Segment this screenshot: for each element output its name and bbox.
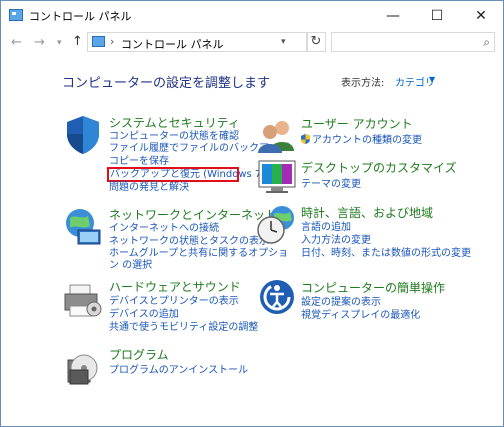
category-user-accounts[interactable]: ユーザー アカウント bbox=[301, 115, 413, 132]
link-change-account-type-label[interactable]: アカウントの種類の変更 bbox=[312, 135, 422, 146]
link-date-time-format[interactable]: 日付、時刻、または数値の形式の変更 bbox=[301, 248, 471, 259]
search-box[interactable]: ⌕ bbox=[331, 32, 495, 52]
shield-icon[interactable] bbox=[62, 114, 104, 156]
forward-button[interactable]: → bbox=[34, 35, 45, 50]
window-title: コントロール パネル bbox=[29, 10, 132, 23]
link-homegroup-options[interactable]: ホームグループと共有に関するオプショ bbox=[109, 248, 288, 259]
link-connect-internet[interactable]: インターネットへの接続 bbox=[109, 223, 219, 234]
link-change-account-type[interactable]: アカウントの種類の変更 bbox=[301, 134, 422, 146]
control-panel-icon bbox=[9, 9, 23, 21]
view-by-label: 表示方法: bbox=[341, 78, 385, 89]
address-row: ← → ▾ ↑ › コントロール パネル ▾ ↻ ⌕ bbox=[1, 30, 503, 56]
title-bar: コントロール パネル — ☐ ✕ bbox=[1, 1, 503, 30]
link-check-status[interactable]: コンピューターの状態を確認 bbox=[109, 131, 239, 142]
link-add-device[interactable]: デバイスの追加 bbox=[109, 309, 179, 320]
link-homegroup-options-cont[interactable]: ン の選択 bbox=[109, 260, 152, 271]
control-panel-icon bbox=[92, 36, 105, 47]
refresh-button[interactable]: ↻ bbox=[306, 32, 326, 52]
breadcrumb-control-panel[interactable]: コントロール パネル bbox=[121, 36, 224, 52]
category-system-security[interactable]: システムとセキュリティ bbox=[109, 114, 240, 131]
category-hardware-sound[interactable]: ハードウェアとサウンド bbox=[109, 278, 241, 295]
chevron-down-icon[interactable]: ▼ bbox=[429, 75, 435, 84]
control-panel-window: コントロール パネル — ☐ ✕ ← → ▾ ↑ › コントロール パネル ▾ … bbox=[0, 0, 504, 427]
printer-icon[interactable] bbox=[62, 279, 104, 321]
up-button[interactable]: ↑ bbox=[72, 34, 83, 49]
search-icon[interactable]: ⌕ bbox=[483, 35, 490, 50]
program-disc-icon[interactable] bbox=[62, 346, 104, 388]
link-network-status[interactable]: ネットワークの状態とタスクの表示 bbox=[109, 236, 269, 247]
network-globe-icon[interactable] bbox=[62, 206, 104, 248]
link-change-input[interactable]: 入力方法の変更 bbox=[301, 235, 371, 246]
address-dropdown-icon[interactable]: ▾ bbox=[281, 37, 286, 47]
close-button[interactable]: ✕ bbox=[459, 1, 503, 30]
category-clock-language-region[interactable]: 時計、言語、および地域 bbox=[301, 204, 433, 221]
clock-globe-icon[interactable] bbox=[256, 204, 298, 246]
address-bar[interactable]: › コントロール パネル ▾ bbox=[87, 32, 308, 52]
breadcrumb-separator[interactable]: › bbox=[110, 35, 114, 48]
back-button[interactable]: ← bbox=[11, 35, 22, 50]
link-settings-suggestions[interactable]: 設定の提案の表示 bbox=[301, 297, 381, 308]
link-add-language[interactable]: 言語の追加 bbox=[301, 222, 351, 233]
link-mobility-settings[interactable]: 共通で使うモビリティ設定の調整 bbox=[109, 322, 258, 333]
recent-locations-dropdown[interactable]: ▾ bbox=[57, 38, 62, 48]
link-change-theme[interactable]: テーマの変更 bbox=[301, 179, 361, 190]
desktop-icon[interactable] bbox=[256, 156, 298, 198]
link-troubleshoot[interactable]: 問題の発見と解決 bbox=[109, 182, 189, 193]
search-input[interactable] bbox=[334, 34, 474, 50]
maximize-button[interactable]: ☐ bbox=[415, 1, 459, 30]
uac-shield-icon bbox=[301, 134, 310, 144]
link-devices-printers[interactable]: デバイスとプリンターの表示 bbox=[109, 296, 239, 307]
category-desktop-customization[interactable]: デスクトップのカスタマイズ bbox=[301, 159, 457, 176]
users-icon[interactable] bbox=[256, 115, 298, 157]
accessibility-icon[interactable] bbox=[256, 276, 298, 318]
page-heading: コンピューターの設定を調整します bbox=[62, 76, 271, 91]
minimize-button[interactable]: — bbox=[371, 1, 415, 30]
link-file-history-backup-cont[interactable]: コピーを保存 bbox=[109, 156, 169, 167]
category-network-internet[interactable]: ネットワークとインターネット bbox=[109, 206, 277, 223]
category-ease-of-access[interactable]: コンピューターの簡単操作 bbox=[301, 279, 445, 296]
highlight-box bbox=[107, 167, 239, 182]
link-optimize-display[interactable]: 視覚ディスプレイの最適化 bbox=[301, 310, 420, 321]
category-programs[interactable]: プログラム bbox=[109, 346, 169, 363]
link-uninstall-program[interactable]: プログラムのアンインストール bbox=[109, 365, 248, 376]
